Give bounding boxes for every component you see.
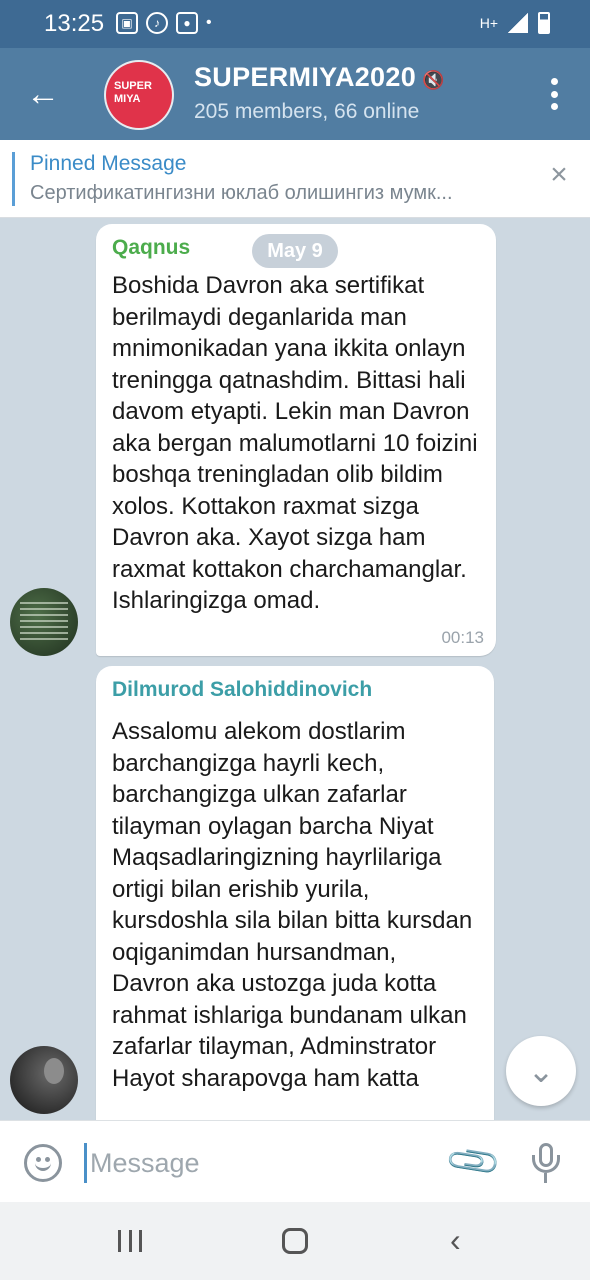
recent-apps-icon[interactable] <box>118 1230 142 1252</box>
muted-icon: 🔇 <box>422 70 445 90</box>
status-time: 13:25 <box>44 10 105 37</box>
pinned-title: Pinned Message <box>30 152 187 175</box>
message-time: 00:13 <box>441 628 484 647</box>
group-title-text: SUPERMIYA2020 <box>194 62 417 92</box>
nav-back-icon[interactable]: ‹ <box>450 1224 461 1256</box>
pinned-text: Сертификатингизни юклаб олишингиз мумк..… <box>30 182 453 204</box>
avatar[interactable] <box>10 588 78 656</box>
message-input[interactable] <box>90 1141 430 1185</box>
system-icons: H+ <box>480 12 550 34</box>
scroll-down-button[interactable]: ⌄ <box>506 1036 576 1106</box>
status-bar: 13:25 ▣ ♪ ● • H+ <box>0 0 590 48</box>
message-text: Assalomu alekom dostlarim barchangizga h… <box>112 718 473 1092</box>
message-sender[interactable]: Dilmurod Salohiddinovich <box>112 678 480 702</box>
more-options-icon[interactable] <box>550 78 558 110</box>
message-bubble[interactable]: Dilmurod Salohiddinovich Assalomu alekom… <box>96 666 494 1120</box>
group-avatar-logo: SUPER MIYA <box>106 62 172 128</box>
media-icon: ● <box>176 12 198 34</box>
network-type: H+ <box>479 15 498 31</box>
message-text: Boshida Davron aka sertifikat berilmaydi… <box>112 272 478 614</box>
close-icon[interactable]: × <box>546 160 572 190</box>
notification-icons: ▣ ♪ ● • <box>116 12 212 34</box>
message-composer: 📎 <box>0 1120 590 1202</box>
home-icon[interactable] <box>282 1228 308 1254</box>
back-arrow-icon[interactable]: ← <box>26 74 66 114</box>
tiktok-icon: ♪ <box>146 12 168 34</box>
emoji-icon[interactable] <box>24 1144 62 1182</box>
image-icon: ▣ <box>116 12 138 34</box>
date-badge: May 9 <box>252 234 338 268</box>
group-avatar[interactable]: SUPER MIYA <box>104 60 174 130</box>
chat-area[interactable]: Qaqnus Boshida Davron aka sertifikat ber… <box>0 218 590 1120</box>
group-title[interactable]: SUPERMIYA2020 🔇 <box>194 62 445 93</box>
avatar[interactable] <box>10 1046 78 1114</box>
group-members-count: 205 members, 66 online <box>194 100 420 123</box>
chevron-down-icon: ⌄ <box>527 1053 555 1089</box>
signal-icon <box>508 13 528 33</box>
dot-icon: • <box>206 14 212 31</box>
chat-header: ← SUPER MIYA SUPERMIYA2020 🔇 205 members,… <box>0 48 590 140</box>
android-nav-bar: ‹ <box>0 1202 590 1280</box>
battery-icon <box>538 12 550 34</box>
pinned-indicator <box>12 152 15 206</box>
message-bubble[interactable]: Qaqnus Boshida Davron aka sertifikat ber… <box>96 224 496 656</box>
microphone-icon[interactable] <box>530 1143 562 1185</box>
attach-icon[interactable]: 📎 <box>443 1131 504 1191</box>
text-cursor <box>84 1143 87 1183</box>
pinned-message-bar[interactable]: Pinned Message Сертификатингизни юклаб о… <box>0 140 590 218</box>
